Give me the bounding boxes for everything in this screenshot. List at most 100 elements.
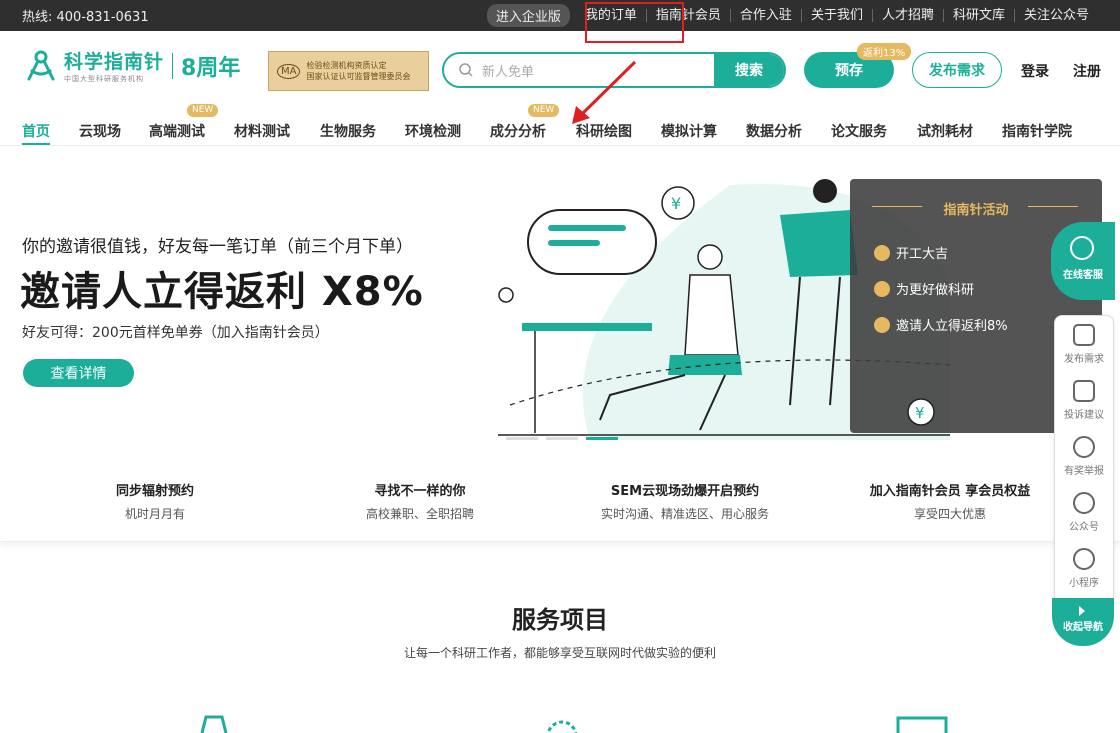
sidebar-item-label: 公众号 bbox=[1069, 522, 1099, 533]
report-icon bbox=[1073, 436, 1095, 458]
sidebar-item-miniprogram[interactable]: 小程序 bbox=[1055, 548, 1113, 589]
screen-icon bbox=[896, 716, 948, 733]
top-link-wechat[interactable]: 关注公众号 bbox=[1013, 9, 1098, 22]
activity-item-label: 开工大吉 bbox=[896, 247, 949, 262]
collapse-nav-button[interactable]: 收起导航 bbox=[1052, 598, 1114, 646]
feature-subtitle: 享受四大优惠 bbox=[913, 507, 986, 521]
service-icon bbox=[200, 715, 228, 733]
carousel-dots bbox=[506, 437, 626, 440]
register-link[interactable]: 注册 bbox=[1073, 61, 1101, 81]
top-bar: 热线: 400-831-0631 进入企业版 我的订单 指南针会员 合作入驻 关… bbox=[0, 0, 1120, 31]
feature-strip: 同步辐射预约 机时月月有 寻找不一样的你 高校兼职、全职招聘 SEM云现场劲爆开… bbox=[0, 470, 1120, 542]
top-link-jobs[interactable]: 人才招聘 bbox=[871, 9, 943, 22]
activity-title: 指南针活动 bbox=[943, 203, 1009, 218]
logo-tagline: 中国大型科研服务机构 bbox=[64, 75, 144, 83]
nav-item-composition[interactable]: 成分分析 bbox=[490, 121, 546, 141]
online-service-button[interactable]: 在线客服 bbox=[1051, 222, 1115, 300]
view-details-button[interactable]: 查看详情 bbox=[23, 359, 134, 387]
feature-subtitle: 高校兼职、全职招聘 bbox=[365, 507, 474, 521]
feature-item[interactable]: SEM云现场劲爆开启预约 实时沟通、精准选区、用心服务 bbox=[555, 480, 815, 522]
feature-item[interactable]: 加入指南针会员 享会员权益 享受四大优惠 bbox=[820, 480, 1080, 522]
nav-item-academy[interactable]: 指南针学院 bbox=[1002, 121, 1072, 141]
sidebar-item-label: 有奖举报 bbox=[1064, 466, 1104, 477]
wechat-icon bbox=[1073, 492, 1095, 514]
hotline: 热线: 400-831-0631 bbox=[22, 10, 149, 25]
new-badge: NEW bbox=[528, 104, 560, 117]
user-icon bbox=[874, 244, 890, 261]
nav-item-data-analysis[interactable]: 数据分析 bbox=[746, 121, 802, 141]
carousel-dot[interactable] bbox=[506, 437, 538, 440]
nav-item-reagents[interactable]: 试剂耗材 bbox=[917, 121, 973, 141]
rebate-badge: 返利13% bbox=[857, 43, 912, 60]
coin-icon bbox=[874, 280, 890, 297]
feature-title: 寻找不一样的你 bbox=[374, 484, 466, 499]
svg-text:¥: ¥ bbox=[671, 194, 681, 213]
publish-request-button[interactable]: 发布需求 bbox=[912, 52, 1002, 88]
nav-item-env-test[interactable]: 环境检测 bbox=[405, 121, 461, 141]
hero-line1: 你的邀请很值钱，好友每一笔订单（前三个月下单） bbox=[22, 237, 413, 257]
nav-item-material-test[interactable]: 材料测试 bbox=[234, 121, 290, 141]
search-placeholder: 新人免单 bbox=[482, 64, 535, 80]
anniversary-badge: 8周年 bbox=[181, 55, 241, 81]
activity-item[interactable]: 开工大吉 bbox=[874, 243, 948, 262]
svg-text:¥: ¥ bbox=[915, 404, 925, 422]
annotation-arrow-icon bbox=[572, 60, 637, 124]
activity-item-label: 为更好做科研 bbox=[896, 283, 975, 298]
sidebar-item-wechat[interactable]: 公众号 bbox=[1055, 492, 1113, 533]
logo-divider bbox=[172, 52, 174, 79]
collapse-nav-label: 收起导航 bbox=[1063, 622, 1103, 633]
compass-logo-icon bbox=[27, 50, 55, 80]
nav-item-bio-service[interactable]: 生物服务 bbox=[320, 121, 376, 141]
top-link-library[interactable]: 科研文库 bbox=[942, 9, 1014, 22]
activity-item[interactable]: 邀请人立得返利8% bbox=[874, 315, 1008, 334]
search-icon bbox=[459, 63, 473, 77]
sidebar-item-label: 发布需求 bbox=[1064, 354, 1104, 365]
chat-icon bbox=[1073, 380, 1095, 402]
floating-sidebar: 发布需求 投诉建议 有奖举报 公众号 小程序 bbox=[1054, 315, 1114, 605]
nav-item-cloud-site[interactable]: 云现场 bbox=[79, 121, 121, 141]
feature-subtitle: 实时沟通、精准选区、用心服务 bbox=[600, 507, 769, 521]
cma-line2: 国家认证认可监督管理委员会 bbox=[306, 72, 411, 81]
yen-coin-icon: ¥ bbox=[907, 398, 935, 426]
feature-subtitle: 机时月月有 bbox=[124, 507, 185, 521]
activity-item[interactable]: 为更好做科研 bbox=[874, 279, 974, 298]
nav-item-paper[interactable]: 论文服务 bbox=[831, 121, 887, 141]
carousel-dot-active[interactable] bbox=[586, 437, 618, 440]
activity-item-label: 邀请人立得返利8% bbox=[896, 319, 1008, 334]
nav-item-simulation[interactable]: 模拟计算 bbox=[661, 121, 717, 141]
feature-item[interactable]: 同步辐射预约 机时月月有 bbox=[25, 480, 285, 522]
services-subtitle: 让每一个科研工作者，都能够享受互联网时代做实验的便利 bbox=[403, 646, 716, 660]
sidebar-item-report[interactable]: 有奖举报 bbox=[1055, 436, 1113, 477]
play-icon bbox=[1079, 606, 1085, 616]
feature-item[interactable]: 寻找不一样的你 高校兼职、全职招聘 bbox=[290, 480, 550, 522]
top-link-about[interactable]: 关于我们 bbox=[800, 9, 872, 22]
hero-headline: 邀请人立得返利 X8% bbox=[20, 269, 424, 315]
new-badge: NEW bbox=[187, 104, 219, 117]
gear-icon bbox=[546, 720, 578, 733]
headset-icon bbox=[1070, 236, 1094, 260]
hero-line3: 好友可得：200元首样免单券（加入指南针会员） bbox=[22, 325, 329, 341]
sidebar-item-complaint[interactable]: 投诉建议 bbox=[1055, 380, 1113, 421]
cma-certificate: MA 检验检测机构资质认定 国家认证认可监督管理委员会 bbox=[268, 51, 429, 91]
top-link-partner[interactable]: 合作入驻 bbox=[729, 9, 801, 22]
online-service-label: 在线客服 bbox=[1063, 270, 1103, 281]
enterprise-link[interactable]: 进入企业版 bbox=[486, 4, 570, 27]
login-link[interactable]: 登录 bbox=[1021, 61, 1049, 81]
mini-program-icon bbox=[1073, 548, 1095, 570]
logo-name: 科学指南针 bbox=[64, 51, 165, 73]
search-button[interactable]: 搜索 bbox=[714, 54, 784, 86]
highlight-box bbox=[585, 2, 684, 43]
hero-banner[interactable]: 你的邀请很值钱，好友每一笔订单（前三个月下单） 邀请人立得返利 X8% 好友可得… bbox=[0, 147, 1120, 450]
nav-item-high-end-test[interactable]: 高端测试 bbox=[149, 121, 205, 141]
sidebar-item-publish[interactable]: 发布需求 bbox=[1055, 324, 1113, 365]
edit-icon bbox=[1073, 324, 1095, 346]
feature-title: 加入指南针会员 享会员权益 bbox=[869, 484, 1031, 499]
services-title: 服务项目 bbox=[512, 606, 608, 634]
nav-item-home[interactable]: 首页 bbox=[22, 121, 50, 145]
carousel-dot[interactable] bbox=[546, 437, 578, 440]
coins-stack-icon bbox=[874, 316, 890, 333]
feature-title: 同步辐射预约 bbox=[115, 484, 194, 499]
logo[interactable]: 科学指南针 中国大型科研服务机构 8周年 bbox=[24, 47, 240, 84]
cma-icon: MA bbox=[277, 63, 301, 79]
sidebar-item-label: 投诉建议 bbox=[1064, 410, 1104, 421]
